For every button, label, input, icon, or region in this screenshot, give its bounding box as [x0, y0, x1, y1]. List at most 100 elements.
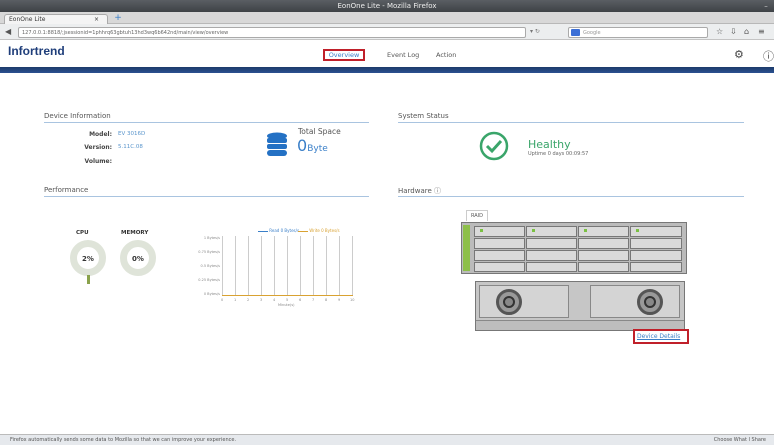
legend-write-label: Write 0 Bytes/s [309, 228, 340, 233]
drive-bay[interactable] [526, 238, 577, 249]
write-series-line [222, 295, 353, 296]
back-arrow-icon[interactable]: ◀ [5, 24, 11, 40]
gridline [222, 236, 223, 296]
drive-bay[interactable] [578, 250, 629, 261]
legend-write: Write 0 Bytes/s [298, 228, 340, 233]
x-tick: 9 [338, 298, 341, 302]
info-icon[interactable]: ⓘ [763, 48, 774, 64]
y-tick: 0.5 Bytes/s [200, 264, 220, 268]
system-status-heading: System Status [398, 112, 449, 120]
star-icon[interactable]: ☆ [716, 24, 723, 40]
y-tick: 0.25 Bytes/s [198, 278, 220, 282]
y-tick: 0.75 Bytes/s [198, 250, 220, 254]
drive-bay[interactable] [474, 250, 525, 261]
model-label: Model: [89, 131, 112, 138]
gridline [300, 236, 301, 296]
x-tick: 10 [350, 298, 355, 302]
gridline [287, 236, 288, 296]
gridline [274, 236, 275, 296]
menu-event-log[interactable]: Event Log [387, 51, 419, 59]
cpu-usage-tick [87, 275, 90, 284]
gridline [261, 236, 262, 296]
drive-bay[interactable] [474, 226, 525, 237]
close-tab-icon[interactable]: × [94, 15, 99, 24]
home-icon[interactable]: ⌂ [744, 24, 749, 40]
drive-bay[interactable] [578, 226, 629, 237]
version-value: 5.11C.08 [118, 144, 143, 150]
divider [44, 196, 369, 197]
drive-bay[interactable] [578, 262, 629, 272]
fan-hub [503, 296, 515, 308]
search-input[interactable]: Google [568, 27, 708, 38]
tab-title: EonOne Lite [9, 16, 46, 23]
database-icon [267, 132, 287, 156]
menu-overview[interactable]: Overview [323, 49, 365, 61]
x-tick: 7 [312, 298, 315, 302]
x-tick: 1 [234, 298, 237, 302]
app-header: Infortrend Overview Event Log Action ⚙ ⓘ [0, 40, 774, 67]
window-titlebar: EonOne Lite - Mozilla Firefox [0, 0, 774, 12]
controller-module[interactable] [479, 285, 569, 318]
memory-label: MEMORY [121, 230, 149, 236]
total-space-label: Total Space [298, 127, 341, 136]
gridline [235, 236, 236, 296]
legend-read-label: Read 0 Bytes/s [269, 228, 300, 233]
x-tick: 3 [260, 298, 263, 302]
drive-bay[interactable] [630, 250, 682, 261]
google-icon [571, 29, 580, 36]
choose-what-i-share-button[interactable]: Choose What I Share [714, 435, 766, 445]
gridline [313, 236, 314, 296]
cpu-label: CPU [76, 230, 89, 236]
enclosure-status-strip [463, 225, 470, 271]
drive-bay[interactable] [630, 238, 682, 249]
y-tick: 0 Bytes/s [203, 292, 220, 296]
device-info-heading: Device Information [44, 112, 111, 120]
volume-label: Volume: [84, 158, 113, 165]
memory-value: 0% [132, 255, 144, 263]
device-details-link[interactable]: Device Details [637, 333, 680, 340]
total-space-number: 0 [297, 136, 308, 155]
gridline [248, 236, 249, 296]
enclosure-rear-panel[interactable] [475, 281, 685, 331]
search-placeholder: Google [583, 30, 601, 36]
fan-icon [496, 289, 522, 315]
enclosure-front-panel[interactable] [461, 222, 687, 274]
drive-bay[interactable] [526, 226, 577, 237]
window-close-icon[interactable]: – [760, 1, 772, 11]
drive-led [480, 229, 483, 232]
menu-icon[interactable]: ≡ [758, 24, 765, 40]
navigation-bar: ◀ 127.0.0.1:8818/;jsessionid=1phhrq63gbt… [0, 24, 774, 40]
new-tab-icon[interactable]: + [112, 14, 124, 24]
drive-bay[interactable] [630, 226, 682, 237]
notification-bar: Firefox automatically sends some data to… [0, 434, 774, 445]
reload-icon[interactable]: ▾ ↻ [530, 24, 540, 40]
drive-bay[interactable] [526, 250, 577, 261]
drive-bay[interactable] [474, 238, 525, 249]
drive-led [532, 229, 535, 232]
drive-bay[interactable] [578, 238, 629, 249]
drive-bay[interactable] [474, 262, 525, 272]
drive-bay[interactable] [526, 262, 577, 272]
x-tick: 8 [325, 298, 328, 302]
legend-read: Read 0 Bytes/s [258, 228, 299, 233]
settings-gear-icon[interactable]: ⚙ [734, 48, 744, 61]
tab-strip: EonOne Lite × + [0, 12, 774, 24]
browser-tab[interactable]: EonOne Lite × [4, 14, 108, 24]
raid-tab[interactable]: RAID [466, 210, 488, 221]
x-tick: 5 [286, 298, 289, 302]
x-axis-label: Minute(s) [278, 303, 295, 307]
url-bar[interactable]: 127.0.0.1:8818/;jsessionid=1phhrq63gbtuh… [18, 27, 526, 38]
menu-action[interactable]: Action [436, 51, 456, 59]
url-text: 127.0.0.1:8818/;jsessionid=1phhrq63gbtuh… [22, 30, 229, 36]
version-label: Version: [84, 144, 112, 151]
header-accent-bar [0, 67, 774, 73]
x-tick: 2 [247, 298, 250, 302]
downloads-icon[interactable]: ⇩ [730, 24, 737, 40]
hardware-heading: Hardware ⓘ [398, 186, 441, 196]
healthy-check-icon [479, 131, 509, 161]
drive-bay[interactable] [630, 262, 682, 272]
divider [398, 196, 744, 197]
controller-module[interactable] [590, 285, 680, 318]
gridline [352, 236, 353, 296]
hardware-info-icon[interactable]: ⓘ [434, 187, 441, 195]
